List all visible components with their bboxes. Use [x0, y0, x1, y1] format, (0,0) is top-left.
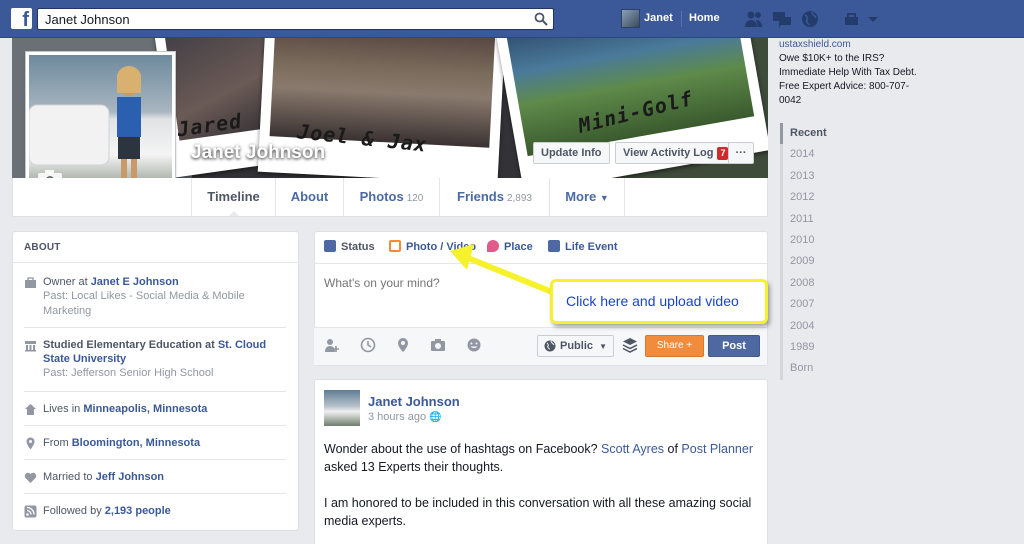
year-item[interactable]: 2010 [783, 230, 900, 251]
post-body: Wonder about the use of hashtags on Face… [324, 440, 760, 544]
public-globe-icon: 🌐 [429, 412, 442, 423]
tab-photos[interactable]: Photos 120 [343, 178, 439, 216]
location-pin-icon [26, 437, 35, 450]
year-born[interactable]: Born [783, 358, 900, 379]
chevron-down-icon: ▼ [599, 193, 609, 203]
profile-photo-image [29, 55, 172, 197]
nav-home-link[interactable]: Home [689, 12, 720, 24]
heart-icon [24, 472, 37, 483]
nav-divider [681, 11, 682, 27]
clock-icon[interactable] [360, 337, 376, 353]
account-menu-chevron-down-icon[interactable] [866, 10, 880, 28]
home-icon [25, 404, 36, 415]
post-mention-post-planner[interactable]: Post Planner [681, 442, 753, 456]
year-item[interactable]: 1989 [783, 337, 900, 358]
search-input[interactable] [38, 9, 518, 29]
ad-line-3: Free Expert Advice: 800-707-0042 [779, 81, 910, 106]
about-divider [24, 391, 286, 392]
privacy-shortcuts-icon[interactable] [842, 10, 862, 28]
nav-profile-link[interactable]: Janet [644, 12, 673, 24]
messages-icon[interactable] [772, 10, 792, 28]
from-link[interactable]: Bloomington, Minnesota [72, 437, 200, 449]
post-author-name[interactable]: Janet Johnson [368, 394, 460, 409]
graduation-cap-icon [25, 341, 36, 352]
camera-icon[interactable] [430, 337, 446, 353]
profile-tabs: Timeline About Photos 120 Friends 2,893 Mo… [12, 178, 768, 217]
search-box[interactable] [37, 8, 554, 30]
sponsored-ad[interactable]: ustaxshield.com Owe $10K+ to the IRS? Im… [779, 38, 929, 108]
more-options-button[interactable]: ··· [728, 142, 754, 164]
photos-count: 120 [406, 193, 424, 204]
about-divider [24, 493, 286, 494]
year-item[interactable]: 2008 [783, 273, 900, 294]
share-button[interactable]: Share + [645, 335, 704, 357]
year-item[interactable]: 2007 [783, 294, 900, 315]
composer-tab-status[interactable]: Status [324, 240, 375, 253]
post-button[interactable]: Post [708, 335, 760, 357]
location-icon[interactable] [395, 337, 411, 353]
year-item[interactable]: 2004 [783, 316, 900, 337]
post-author-avatar[interactable] [324, 390, 360, 426]
ad-url[interactable]: ustaxshield.com [779, 38, 929, 52]
friends-count: 2,893 [506, 193, 532, 204]
ad-line-1: Owe $10K+ to the IRS? [779, 53, 885, 64]
activity-log-label: View Activity Log [623, 147, 714, 159]
nav-avatar[interactable] [621, 9, 640, 28]
annotation-arrow-icon [450, 244, 555, 295]
layers-icon[interactable] [622, 337, 638, 353]
activity-log-badge: 7 [717, 147, 729, 160]
tab-friends[interactable]: Friends 2,893 [439, 178, 549, 216]
privacy-label: Public [560, 340, 594, 352]
notifications-globe-icon[interactable] [800, 10, 820, 28]
education-past: Past: Jefferson Senior High School [43, 367, 214, 379]
annotation-callout: Click here and upload video [550, 279, 768, 324]
lives-link[interactable]: Minneapolis, Minnesota [83, 403, 207, 415]
top-nav-bar: f Janet Home [0, 0, 1024, 38]
work-link[interactable]: Janet E Johnson [91, 276, 179, 288]
about-divider [24, 459, 286, 460]
year-item[interactable]: 2013 [783, 166, 900, 187]
facebook-logo-icon[interactable]: f [11, 8, 32, 29]
about-divider [24, 425, 286, 426]
tag-friends-icon[interactable] [324, 337, 340, 353]
work-past: Past: Local Likes - Social Media & Mobil… [43, 290, 245, 317]
search-icon[interactable] [534, 12, 548, 26]
smiley-icon[interactable] [466, 337, 482, 353]
followers-link[interactable]: 2,193 people [105, 505, 171, 517]
pencil-icon [324, 240, 336, 252]
post-timestamp[interactable]: 3 hours ago 🌐 [368, 411, 442, 423]
year-item[interactable]: 2011 [783, 209, 900, 230]
update-info-button[interactable]: Update Info [533, 142, 610, 164]
view-activity-log-button[interactable]: View Activity Log 7 [615, 142, 737, 164]
year-item[interactable]: 2009 [783, 251, 900, 272]
photo-icon [389, 240, 401, 252]
friend-requests-icon[interactable] [744, 10, 764, 28]
rss-feed-icon [24, 505, 37, 518]
year-item[interactable]: 2012 [783, 187, 900, 208]
post-mention-scott-ayres[interactable]: Scott Ayres [601, 442, 664, 456]
year-recent[interactable]: Recent [780, 123, 900, 145]
post-paragraph-2: I am honored to be included in this conv… [324, 496, 752, 528]
timeline-year-nav: Recent 2014 2013 2012 2011 2010 2009 200… [780, 123, 900, 380]
married-link[interactable]: Jeff Johnson [96, 471, 164, 483]
chevron-down-icon: ▼ [599, 342, 607, 351]
globe-icon [544, 340, 556, 352]
tab-more[interactable]: More ▼ [549, 178, 625, 216]
ad-line-2: Immediate Help With Tax Debt. [779, 67, 917, 78]
privacy-selector[interactable]: Public ▼ [537, 335, 614, 357]
tab-timeline[interactable]: Timeline [191, 178, 275, 216]
briefcase-icon [25, 277, 36, 288]
about-heading: ABOUT [12, 231, 299, 263]
about-divider [24, 327, 286, 328]
year-item[interactable]: 2014 [783, 144, 900, 165]
tab-about[interactable]: About [275, 178, 343, 216]
profile-name[interactable]: Janet Johnson [191, 142, 325, 164]
